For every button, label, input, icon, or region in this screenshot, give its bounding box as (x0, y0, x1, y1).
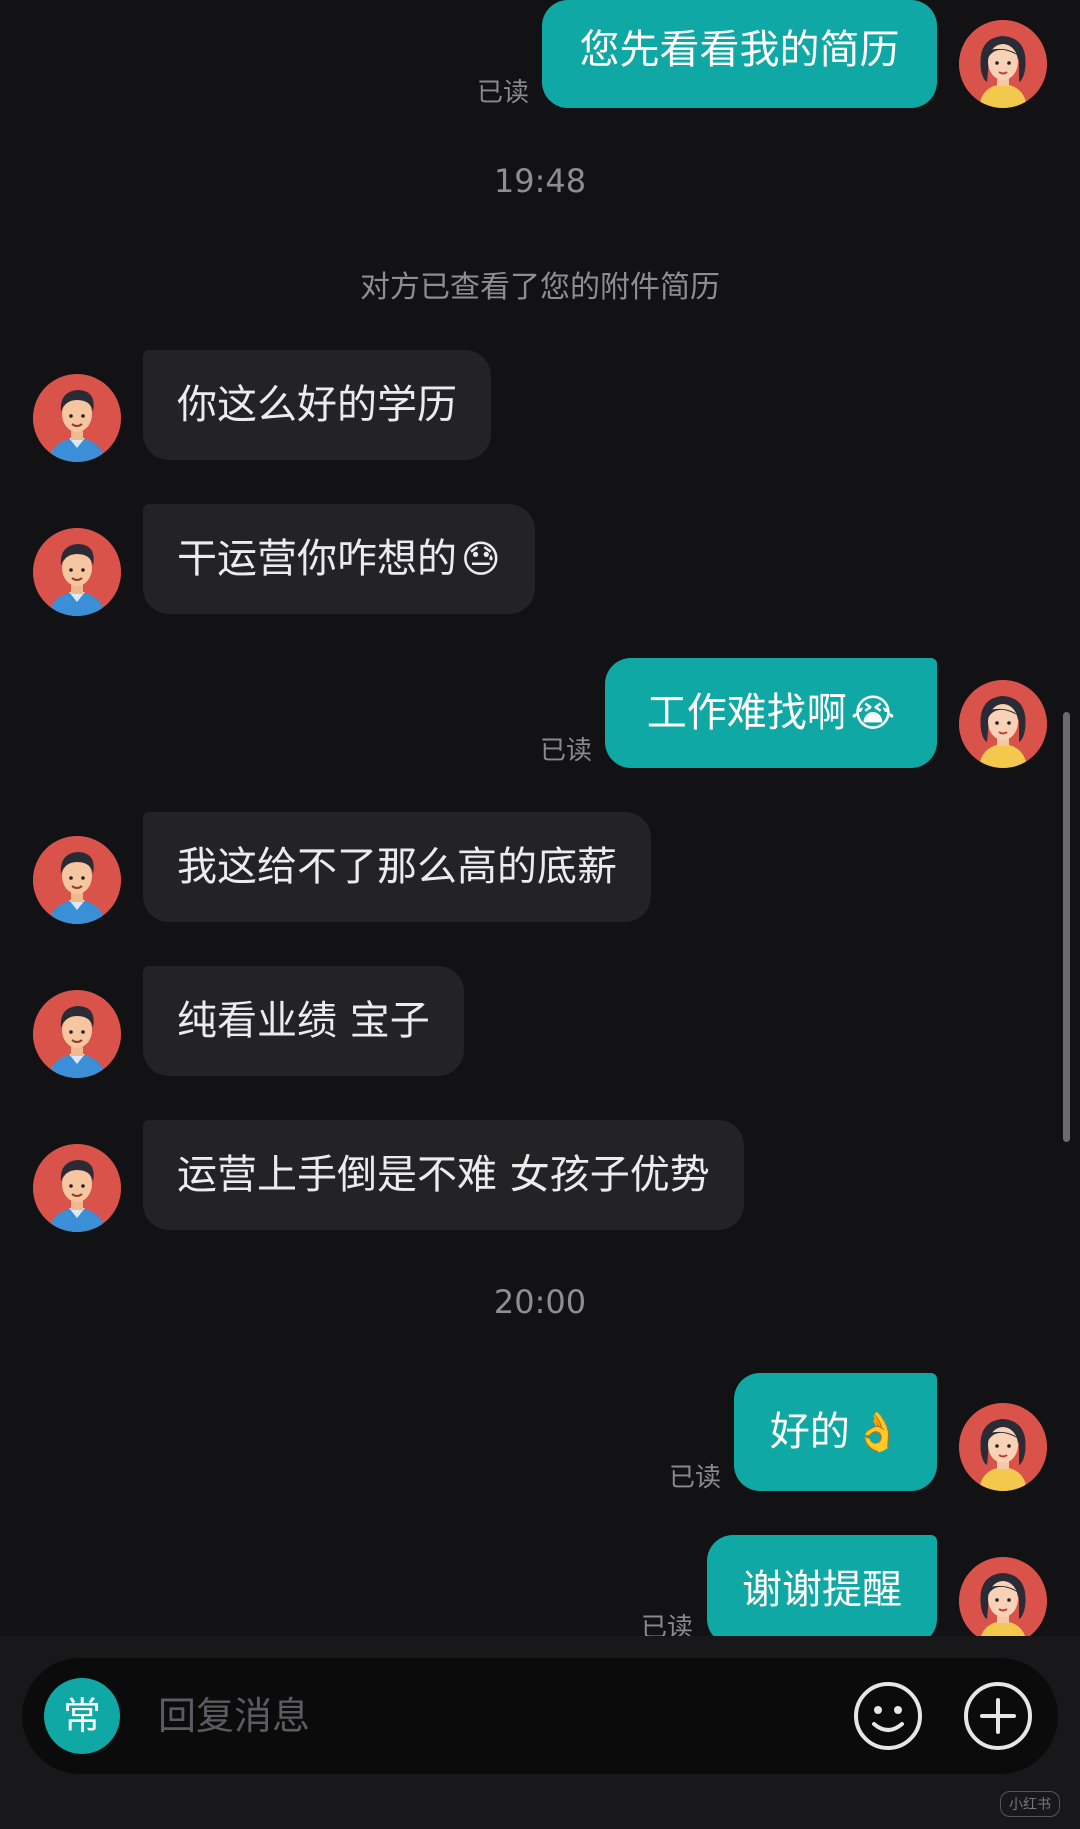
system-notice: 对方已查看了您的附件简历 (360, 270, 720, 305)
recruiter-avatar[interactable] (33, 528, 121, 616)
my-avatar[interactable] (959, 680, 1047, 768)
read-receipt: 已读 (669, 1463, 722, 1493)
message-bubble-outgoing[interactable]: 您先看看我的简历 (542, 0, 937, 108)
downcast-sweat-emoji: 😓 (461, 537, 501, 581)
message-bubble-outgoing[interactable]: 谢谢提醒 (707, 1535, 937, 1636)
message-bubble-outgoing[interactable]: 好的 👌 (734, 1373, 937, 1491)
emoji-button[interactable] (852, 1680, 924, 1752)
female-avatar-icon (959, 680, 1047, 768)
message-bubble-incoming[interactable]: 我这给不了那么高的底薪 (143, 812, 651, 922)
crying-face-emoji: 😭 (850, 691, 896, 735)
male-avatar-icon (33, 836, 121, 924)
message-text: 好的 (769, 1409, 850, 1455)
female-avatar-icon (959, 20, 1047, 108)
male-avatar-icon (33, 990, 121, 1078)
message-text: 我这给不了那么高的底薪 (177, 844, 617, 890)
message-text: 运营上手倒是不难 女孩子优势 (177, 1152, 710, 1198)
message-bubble-incoming[interactable]: 干运营你咋想的 😓 (143, 504, 535, 614)
message-bubble-incoming[interactable]: 纯看业绩 宝子 (143, 966, 464, 1076)
timestamp: 20:00 (493, 1283, 587, 1321)
read-receipt: 已读 (540, 736, 593, 766)
ok-hand-emoji: 👌 (853, 1410, 902, 1454)
recruiter-avatar[interactable] (33, 374, 121, 462)
recruiter-avatar[interactable] (33, 836, 121, 924)
read-receipt: 已读 (641, 1613, 694, 1636)
smiley-face-icon (854, 1682, 922, 1750)
input-pill: 常 (22, 1658, 1058, 1774)
reply-input-bar: 常 小红书 (0, 1636, 1080, 1829)
message-text: 你这么好的学历 (177, 382, 457, 428)
recruiter-avatar[interactable] (33, 990, 121, 1078)
timestamp: 19:48 (493, 162, 587, 200)
scrollbar[interactable] (1063, 712, 1070, 1142)
reply-input[interactable] (158, 1686, 718, 1746)
read-receipt: 已读 (477, 78, 530, 108)
my-avatar[interactable] (959, 20, 1047, 108)
message-text: 干运营你咋想的 (177, 536, 457, 582)
watermark: 小红书 (1000, 1791, 1060, 1817)
message-bubble-outgoing[interactable]: 工作难找啊 😭 (605, 658, 937, 768)
message-text: 您先看看我的简历 (579, 27, 900, 73)
female-avatar-icon (959, 1403, 1047, 1491)
recruiter-avatar[interactable] (33, 1144, 121, 1232)
message-text: 谢谢提醒 (742, 1567, 902, 1613)
message-text: 工作难找啊 (646, 690, 847, 736)
message-bubble-incoming[interactable]: 你这么好的学历 (143, 350, 491, 460)
message-bubble-incoming[interactable]: 运营上手倒是不难 女孩子优势 (143, 1120, 744, 1230)
common-phrases-button[interactable]: 常 (44, 1678, 120, 1754)
male-avatar-icon (33, 528, 121, 616)
male-avatar-icon (33, 1144, 121, 1232)
message-text: 纯看业绩 宝子 (177, 998, 430, 1044)
plus-circle-icon (964, 1682, 1032, 1750)
chat-message-list[interactable]: 已读 您先看看我的简历 19:48 对方已查看了您的附件简历 你这么好的学历 干… (0, 0, 1080, 1636)
my-avatar[interactable] (959, 1403, 1047, 1491)
male-avatar-icon (33, 374, 121, 462)
female-avatar-icon (959, 1557, 1047, 1636)
more-button[interactable] (962, 1680, 1034, 1752)
my-avatar[interactable] (959, 1557, 1047, 1636)
